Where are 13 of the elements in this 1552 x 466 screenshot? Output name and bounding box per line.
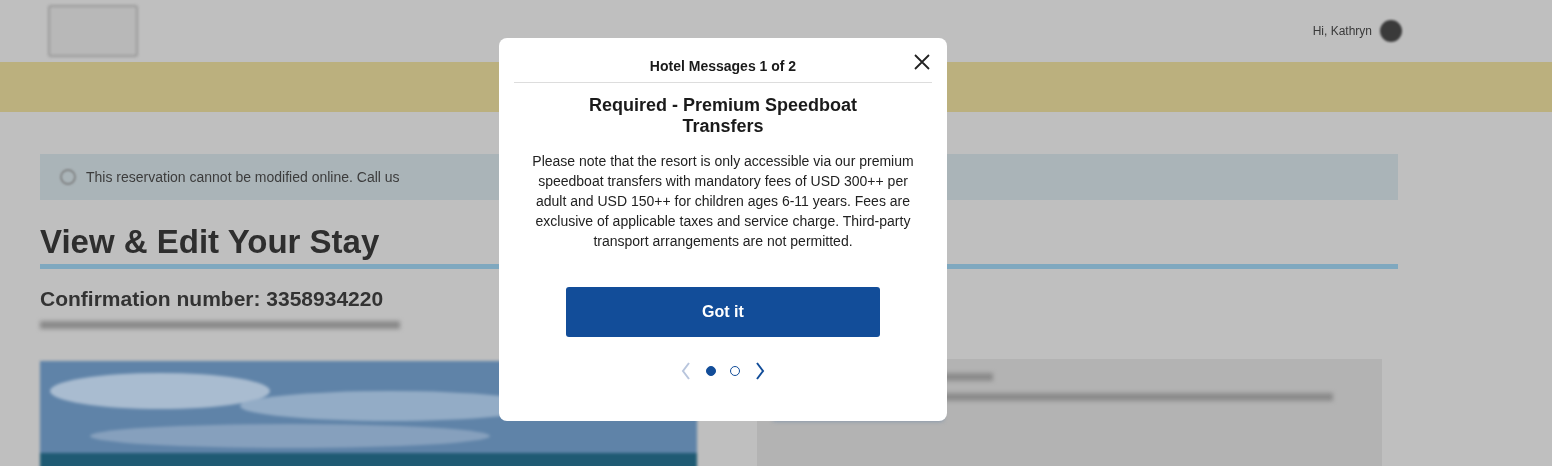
- pager-dot[interactable]: [730, 366, 740, 376]
- pager-dot[interactable]: [706, 366, 716, 376]
- dialog-title: Hotel Messages 1 of 2: [649, 58, 797, 74]
- alert-text: This reservation cannot be modified online. Call us: [86, 169, 400, 185]
- page-title: View & Edit Your Stay: [40, 222, 380, 262]
- user-greeting[interactable]: Hi, Kathryn: [1312, 24, 1372, 38]
- message-heading: Required - Premium Speedboat Transfers: [587, 95, 859, 137]
- got-it-button[interactable]: Got it: [566, 287, 880, 337]
- confirmation-number: Confirmation number: 3358934220: [40, 287, 384, 311]
- close-icon[interactable]: [912, 52, 932, 72]
- info-icon: [60, 169, 76, 185]
- avatar-icon[interactable]: [1380, 20, 1402, 42]
- message-body: Please note that the resort is only accessible via our premium speedboat transfers with mandatory fees of USD 300++ per adult and USD 150++ for children ages 6-11 years. Fees are exclusive of applicable taxes and service charge. Third-party transport arrangements are not permitted.: [531, 152, 915, 251]
